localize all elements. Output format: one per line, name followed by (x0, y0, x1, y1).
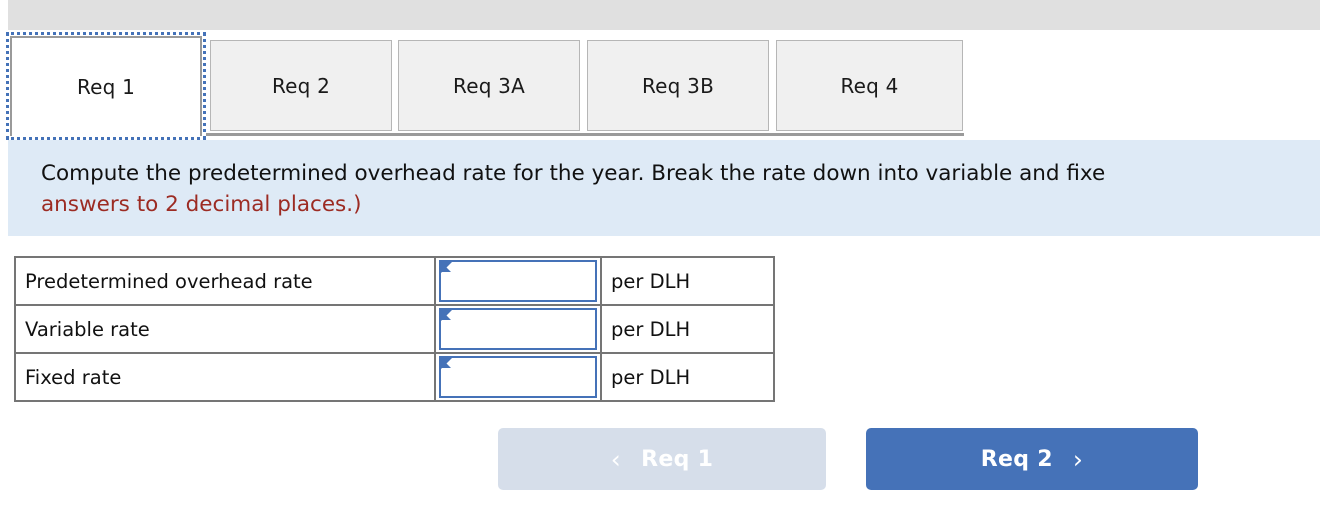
window-top-strip (8, 0, 1320, 30)
instruction-banner: Compute the predetermined overhead rate … (8, 140, 1320, 236)
predetermined-overhead-rate-input[interactable] (439, 260, 597, 302)
tab-label: Req 1 (76, 75, 136, 99)
input-cell-fixed-rate[interactable] (434, 352, 602, 402)
input-cell-predetermined-overhead-rate[interactable] (434, 256, 602, 306)
next-requirement-button[interactable]: Req 2 › (866, 428, 1198, 490)
variable-rate-input[interactable] (439, 308, 597, 350)
table-row: Variable rate per DLH (14, 304, 775, 354)
row-label-fixed-rate: Fixed rate (14, 352, 436, 402)
fixed-rate-input[interactable] (439, 356, 597, 398)
instruction-line-1: Compute the predetermined overhead rate … (41, 161, 1106, 186)
table-row: Fixed rate per DLH (14, 352, 775, 402)
next-button-label: Req 2 (980, 446, 1053, 472)
tab-bar-baseline (206, 133, 964, 136)
tab-label: Req 3B (641, 73, 714, 98)
instruction-line-2-hint: answers to 2 decimal places.) (41, 192, 362, 217)
navigation-bar: ‹ Req 1 Req 2 › (0, 428, 1320, 492)
tab-req-4[interactable]: Req 4 (776, 40, 963, 131)
row-unit-fixed-rate: per DLH (600, 352, 775, 402)
tab-req-3a[interactable]: Req 3A (398, 40, 580, 131)
tab-label: Req 3A (453, 73, 525, 98)
input-cell-variable-rate[interactable] (434, 304, 602, 354)
chevron-right-icon: › (1072, 444, 1084, 474)
cell-corner-marker-icon (441, 262, 452, 273)
tab-label: Req 4 (840, 73, 899, 98)
tab-bar: Req 1 Req 2 Req 3A Req 3B Req 4 (0, 32, 1320, 140)
tab-req-2[interactable]: Req 2 (210, 40, 392, 131)
chevron-left-icon: ‹ (610, 444, 622, 474)
cell-corner-marker-icon (441, 310, 452, 321)
tab-req-1[interactable]: Req 1 (6, 32, 206, 140)
row-label-variable-rate: Variable rate (14, 304, 436, 354)
row-unit-predetermined-overhead-rate: per DLH (600, 256, 775, 306)
cell-corner-marker-icon (441, 358, 452, 369)
tab-label: Req 2 (271, 73, 331, 98)
answer-table: Predetermined overhead rate per DLH Vari… (14, 256, 775, 402)
prev-button-label: Req 1 (641, 446, 714, 472)
row-unit-variable-rate: per DLH (600, 304, 775, 354)
row-label-predetermined-overhead-rate: Predetermined overhead rate (14, 256, 436, 306)
prev-requirement-button[interactable]: ‹ Req 1 (498, 428, 826, 490)
table-row: Predetermined overhead rate per DLH (14, 256, 775, 306)
tab-req-3b[interactable]: Req 3B (587, 40, 769, 131)
